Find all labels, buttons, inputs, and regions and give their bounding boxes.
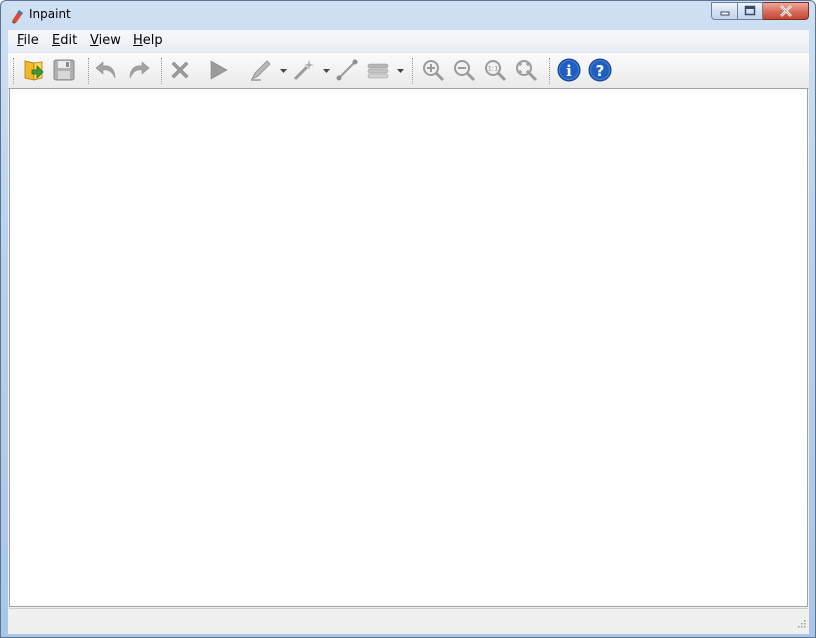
minimize-button[interactable] [711, 2, 737, 20]
pencil-dropdown-icon[interactable] [280, 69, 287, 74]
zoom-actual-label: 1:1 [488, 65, 498, 73]
client-area: File Edit View Help 1:1 i ? [8, 30, 809, 634]
line-tool-button[interactable] [334, 57, 360, 83]
resize-grip-icon[interactable] [796, 618, 806, 628]
menu-file[interactable]: File [17, 33, 39, 48]
zoom-fit-button[interactable] [513, 57, 539, 83]
menu-help-label: elp [142, 33, 163, 48]
menu-edit-accel: E [52, 33, 61, 48]
open-button[interactable] [21, 57, 47, 83]
help-button[interactable]: ? [587, 57, 613, 83]
toolbar-separator [412, 58, 413, 84]
pencil-tool-button[interactable] [248, 57, 274, 83]
info-icon: i [557, 58, 581, 82]
delete-icon [171, 61, 189, 79]
undo-icon [95, 61, 116, 79]
undo-button[interactable] [94, 57, 120, 83]
zoom-in-button[interactable] [420, 57, 446, 83]
redo-button[interactable] [125, 57, 151, 83]
menu-bar: File Edit View Help [8, 30, 809, 53]
minimize-icon [720, 11, 729, 16]
close-button[interactable] [763, 2, 809, 20]
open-icon [24, 60, 44, 81]
close-icon [779, 5, 792, 17]
menu-help[interactable]: Help [133, 33, 163, 48]
info-glyph: i [566, 62, 572, 80]
app-icon [12, 10, 23, 24]
window-controls [711, 2, 809, 20]
toolbar: 1:1 i ? [8, 53, 809, 89]
help-glyph: ? [596, 62, 605, 80]
image-canvas[interactable] [9, 88, 808, 607]
maximize-button[interactable] [737, 2, 763, 20]
toolbar-separator [161, 58, 162, 84]
layers-dropdown-icon[interactable] [397, 69, 404, 74]
zoom-actual-button[interactable]: 1:1 [482, 57, 508, 83]
menu-help-accel: H [133, 33, 143, 48]
menu-edit-label: dit [60, 33, 78, 48]
magic-wand-dropdown-icon[interactable] [323, 69, 330, 74]
magic-wand-tool-button[interactable] [291, 57, 317, 83]
zoom-out-button[interactable] [451, 57, 477, 83]
run-icon [210, 60, 228, 80]
menu-view-label: iew [98, 33, 121, 48]
save-button[interactable] [51, 57, 77, 83]
magic-wand-icon [293, 60, 314, 81]
layers-icon [367, 63, 389, 79]
title-bar[interactable]: Inpaint [1, 1, 815, 30]
maximize-icon [744, 5, 756, 16]
menu-edit[interactable]: Edit [52, 33, 77, 48]
pencil-icon [251, 60, 271, 81]
menu-view-accel: V [90, 33, 99, 48]
help-icon: ? [588, 58, 612, 82]
info-button[interactable]: i [556, 57, 582, 83]
window-title: Inpaint [29, 7, 71, 21]
app-window: Inpaint File Edit View Help 1:1 i ? [0, 0, 816, 638]
layers-tool-button[interactable] [365, 57, 391, 83]
run-button[interactable] [205, 57, 231, 83]
toolbar-separator [549, 58, 550, 84]
toolbar-separator [13, 58, 14, 84]
menu-view[interactable]: View [90, 33, 121, 48]
save-icon [53, 59, 75, 81]
status-bar [9, 608, 808, 630]
menu-file-label: ile [23, 33, 39, 48]
zoom-fit-icon [516, 60, 538, 82]
zoom-in-icon [423, 60, 445, 82]
line-icon [336, 59, 358, 81]
zoom-out-icon [454, 60, 476, 82]
toolbar-separator [88, 58, 89, 84]
delete-button[interactable] [167, 57, 193, 83]
redo-icon [129, 61, 150, 79]
zoom-actual-icon: 1:1 [485, 60, 507, 82]
